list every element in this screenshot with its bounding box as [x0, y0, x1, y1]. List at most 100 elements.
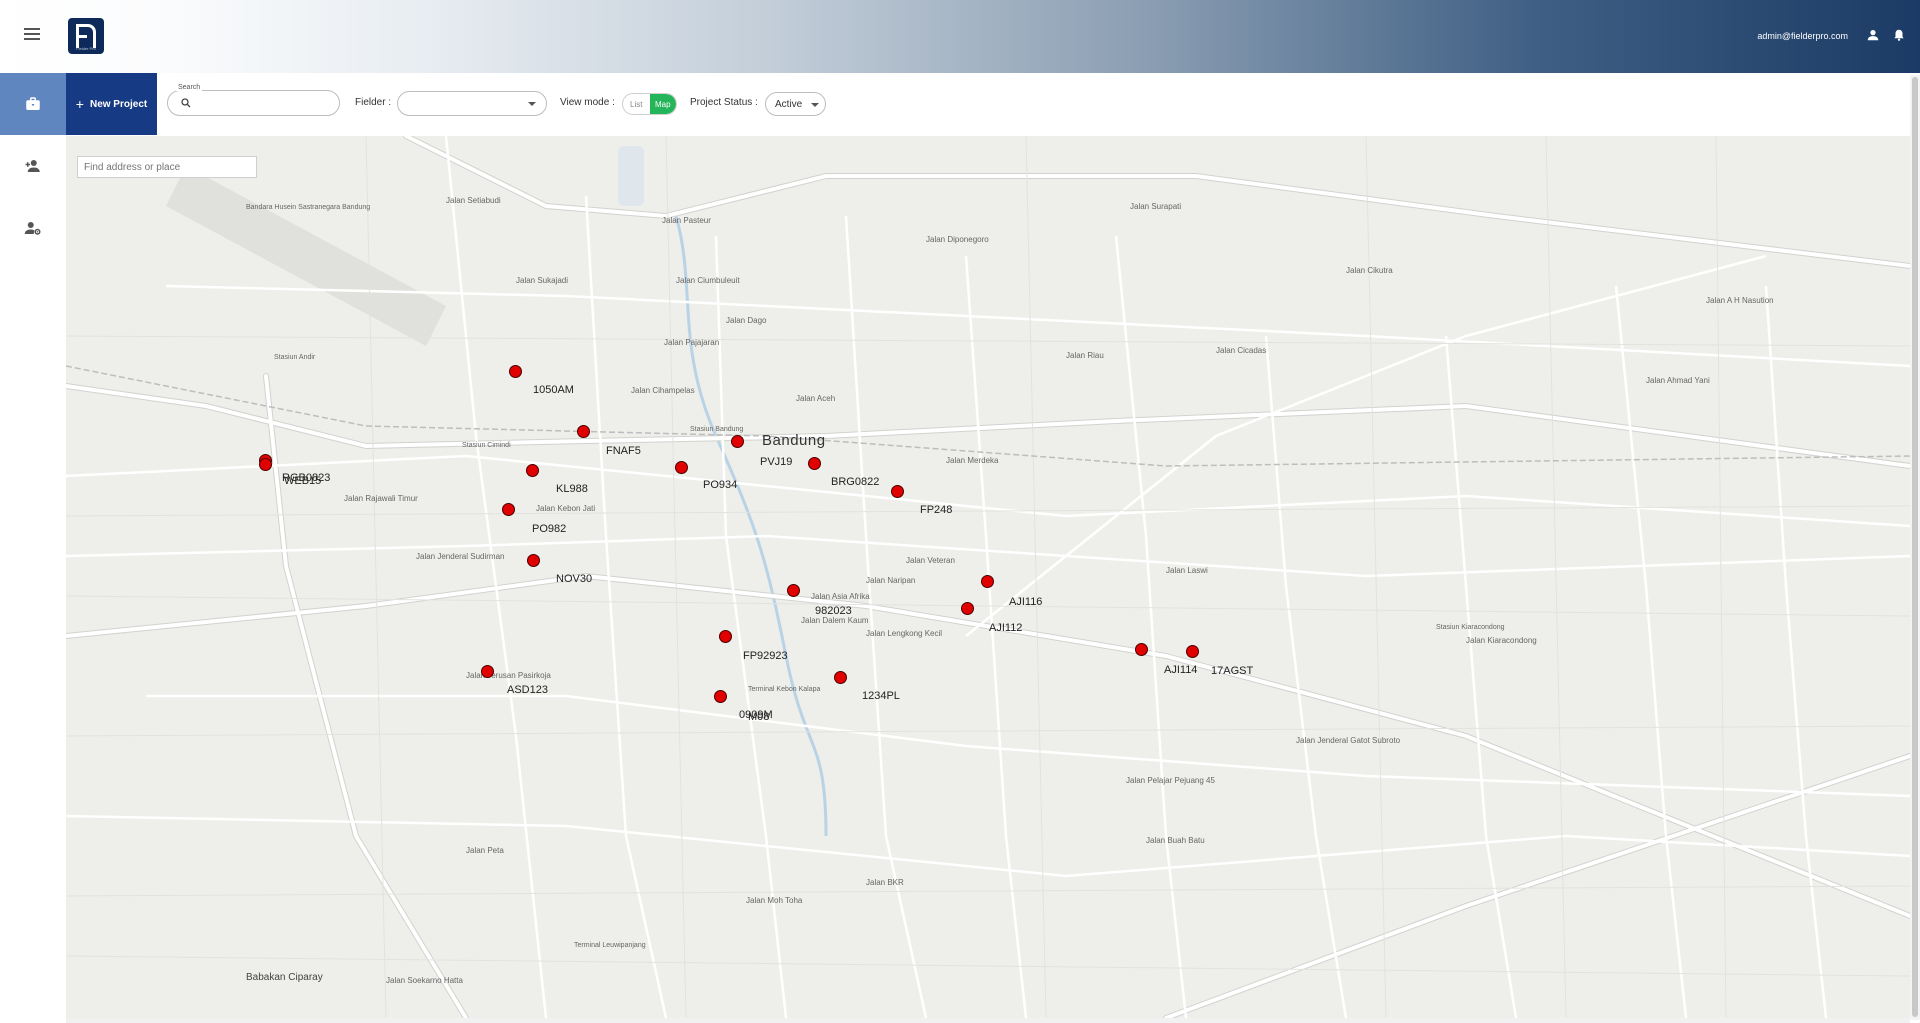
project-marker[interactable]	[526, 464, 539, 477]
road-label: Jalan Dago	[726, 316, 767, 325]
project-marker[interactable]	[731, 435, 744, 448]
road-label: Jalan Cicadas	[1216, 346, 1267, 355]
road-label: Jalan Veteran	[906, 556, 955, 565]
marker-label: WEB15	[284, 475, 322, 487]
project-marker[interactable]	[527, 554, 540, 567]
road-label: Jalan Sukajadi	[516, 276, 569, 285]
project-marker[interactable]	[808, 457, 821, 470]
road-label: Jalan Merdeka	[946, 456, 999, 465]
fielder-select[interactable]	[397, 91, 547, 116]
chevron-down-icon	[528, 102, 536, 106]
road-label: Jalan Aceh	[796, 394, 836, 403]
place-label: Stasiun Andir	[274, 354, 316, 361]
bell-icon[interactable]	[1892, 28, 1906, 42]
marker-label: KL988	[556, 483, 588, 495]
place-label: Stasiun Cimindi	[462, 442, 511, 449]
project-marker[interactable]	[891, 485, 904, 498]
view-mode-map[interactable]: Map	[649, 94, 676, 114]
place-label: Terminal Leuwipanjang	[574, 942, 646, 949]
marker-label: ASD123	[507, 684, 548, 696]
road-label: Jalan Dalem Kaum	[801, 616, 869, 625]
project-marker[interactable]	[719, 630, 732, 643]
project-status-label: Project Status :	[690, 97, 758, 108]
marker-label: AJI114	[1164, 664, 1198, 676]
project-status-value: Active	[775, 99, 803, 110]
new-project-label: New Project	[89, 98, 148, 110]
fielder-label: Fielder :	[355, 97, 392, 108]
page-scrollbar[interactable]	[1910, 75, 1920, 1020]
road-label: Jalan Surapati	[1130, 202, 1182, 211]
project-marker[interactable]	[481, 665, 494, 678]
road-label: Jalan BKR	[866, 878, 904, 887]
find-address-input[interactable]	[77, 156, 257, 178]
sidebar-item-add-user[interactable]	[0, 135, 66, 197]
road-label: Jalan Riau	[1066, 351, 1104, 360]
search-input[interactable]	[198, 95, 328, 111]
road-label: Jalan Pasteur	[662, 216, 711, 225]
view-mode-label: View mode :	[560, 97, 615, 108]
road-label: Jalan Laswi	[1166, 566, 1208, 575]
road-label: Jalan Jenderal Sudirman	[416, 552, 505, 561]
marker-label: PO934	[703, 479, 738, 491]
view-mode-list[interactable]: List	[623, 94, 650, 114]
road-label: Jalan Cihampelas	[631, 386, 695, 395]
place-label: Stasiun Kiaracondong	[1436, 624, 1505, 631]
plus-icon: +	[75, 96, 84, 112]
project-marker[interactable]	[1186, 645, 1199, 658]
project-marker[interactable]	[502, 503, 515, 516]
marker-label: 17AGST	[1211, 665, 1254, 677]
marker-label: FP248	[920, 504, 953, 516]
toolbar: + New Project Search Fielder : View mode…	[66, 73, 1920, 135]
road-label: Jalan Jenderal Gatot Subroto	[1296, 736, 1401, 745]
project-marker[interactable]	[961, 602, 974, 615]
sidebar-item-projects[interactable]	[0, 73, 66, 135]
project-marker[interactable]	[259, 458, 272, 471]
road-label: Jalan Pelajar Pejuang 45	[1126, 776, 1215, 785]
app-logo[interactable]: Fielder Pro	[68, 18, 104, 54]
map-view[interactable]: Jalan Pasteur Jalan Surapati Jalan Dipon…	[66, 136, 1910, 1018]
marker-label: NOV30	[556, 573, 593, 585]
road-label: Jalan Terusan Pasirkoja	[466, 671, 551, 680]
search-field[interactable]	[167, 90, 340, 116]
marker-label: PO982	[532, 523, 567, 535]
hamburger-icon[interactable]	[24, 25, 44, 45]
place-label: Babakan Ciparay	[246, 972, 323, 983]
place-label: Bandara Husein Sastranegara Bandung	[246, 204, 371, 211]
app-header: Fielder Pro admin@fielderpro.com	[0, 0, 1920, 73]
road-label: Jalan Pajajaran	[664, 338, 720, 347]
project-marker[interactable]	[714, 690, 727, 703]
view-mode-toggle[interactable]: List Map	[622, 93, 677, 115]
user-email: admin@fielderpro.com	[1757, 31, 1848, 41]
map-attribution-strip	[66, 1018, 1910, 1023]
sidebar	[0, 73, 66, 1023]
project-marker[interactable]	[509, 365, 522, 378]
person-icon[interactable]	[1866, 28, 1880, 42]
new-project-button[interactable]: + New Project	[66, 73, 157, 135]
marker-label: AJI112	[989, 622, 1023, 634]
search-label: Search	[176, 84, 203, 91]
project-marker[interactable]	[834, 671, 847, 684]
marker-label: 1050AM	[533, 384, 574, 396]
project-marker[interactable]	[577, 425, 590, 438]
marker-label: 1234PL	[862, 690, 900, 702]
place-label: Terminal Kebon Kalapa	[748, 686, 821, 693]
project-marker[interactable]	[787, 584, 800, 597]
marker-label: FP92923	[743, 650, 788, 662]
project-marker[interactable]	[675, 461, 688, 474]
marker-label: FNAF5	[606, 445, 641, 457]
road-label: Jalan Naripan	[866, 576, 916, 585]
road-label: Jalan Asia Afrika	[811, 592, 870, 601]
road-label: Jalan Kiaracondong	[1466, 636, 1537, 645]
project-status-select[interactable]: Active	[765, 92, 826, 116]
road-label: Jalan Soekarno Hatta	[386, 976, 463, 985]
sidebar-item-manage-users[interactable]	[0, 197, 66, 259]
project-marker[interactable]	[1135, 643, 1148, 656]
marker-label: M08	[748, 711, 770, 723]
scrollbar-thumb[interactable]	[1912, 77, 1918, 1017]
road-label: Jalan Ahmad Yani	[1646, 376, 1710, 385]
road-label: Jalan Lengkong Kecil	[866, 629, 943, 638]
road-label: Jalan Kebon Jati	[536, 504, 596, 513]
road-label: Jalan Rajawali Timur	[344, 494, 418, 503]
project-marker[interactable]	[981, 575, 994, 588]
road-label: Jalan Diponegoro	[926, 235, 989, 244]
